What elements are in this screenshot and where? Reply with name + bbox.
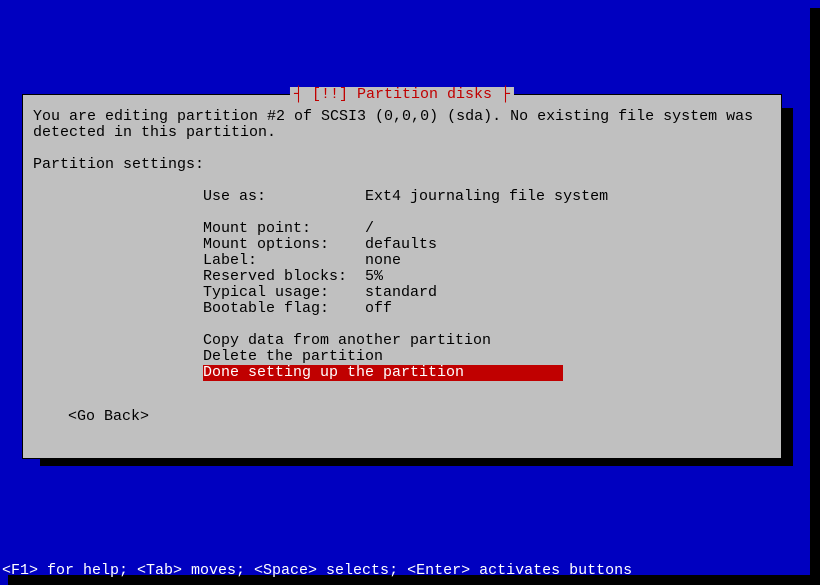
- setting-value: defaults: [365, 236, 437, 253]
- setting-value: none: [365, 252, 401, 269]
- dialog-intro-text: You are editing partition #2 of SCSI3 (0…: [33, 109, 771, 141]
- setting-value: standard: [365, 284, 437, 301]
- action-copy-data[interactable]: Copy data from another partition: [33, 333, 771, 349]
- setting-value: /: [365, 220, 374, 237]
- setting-label: Bootable flag:: [203, 300, 365, 317]
- action-done-setting-up[interactable]: Done setting up the partition: [203, 365, 563, 381]
- setting-row[interactable]: Label: none: [33, 253, 771, 269]
- screen-right-shadow: [810, 8, 820, 585]
- settings-heading: Partition settings:: [33, 157, 771, 173]
- setting-row[interactable]: Reserved blocks: 5%: [33, 269, 771, 285]
- setting-row[interactable]: Mount options: defaults: [33, 237, 771, 253]
- action-delete-partition[interactable]: Delete the partition: [33, 349, 771, 365]
- dialog-title: ┤ [!!] Partition disks ├: [290, 87, 514, 103]
- setting-row[interactable]: Mount point: /: [33, 221, 771, 237]
- help-bar: <F1> for help; <Tab> moves; <Space> sele…: [0, 563, 632, 579]
- partition-dialog: ┤ [!!] Partition disks ├ You are editing…: [22, 94, 782, 459]
- setting-row-blank: [33, 205, 771, 221]
- setting-value: 5%: [365, 268, 383, 285]
- setting-label: Label:: [203, 252, 365, 269]
- go-back-button[interactable]: <Go Back>: [33, 409, 771, 425]
- setting-row[interactable]: Bootable flag: off: [33, 301, 771, 317]
- action-done-row: Done setting up the partition: [33, 365, 771, 381]
- setting-label: Mount point:: [203, 220, 365, 237]
- setting-value: Ext4 journaling file system: [365, 188, 608, 205]
- setting-value: off: [365, 300, 392, 317]
- setting-label: Mount options:: [203, 236, 365, 253]
- settings-block: Use as: Ext4 journaling file system Moun…: [33, 189, 771, 381]
- setting-row[interactable]: Typical usage: standard: [33, 285, 771, 301]
- setting-row[interactable]: Use as: Ext4 journaling file system: [33, 189, 771, 205]
- setting-label: Typical usage:: [203, 284, 365, 301]
- setting-label: Reserved blocks:: [203, 268, 365, 285]
- setting-label: Use as:: [203, 188, 365, 205]
- action-blank: [33, 317, 771, 333]
